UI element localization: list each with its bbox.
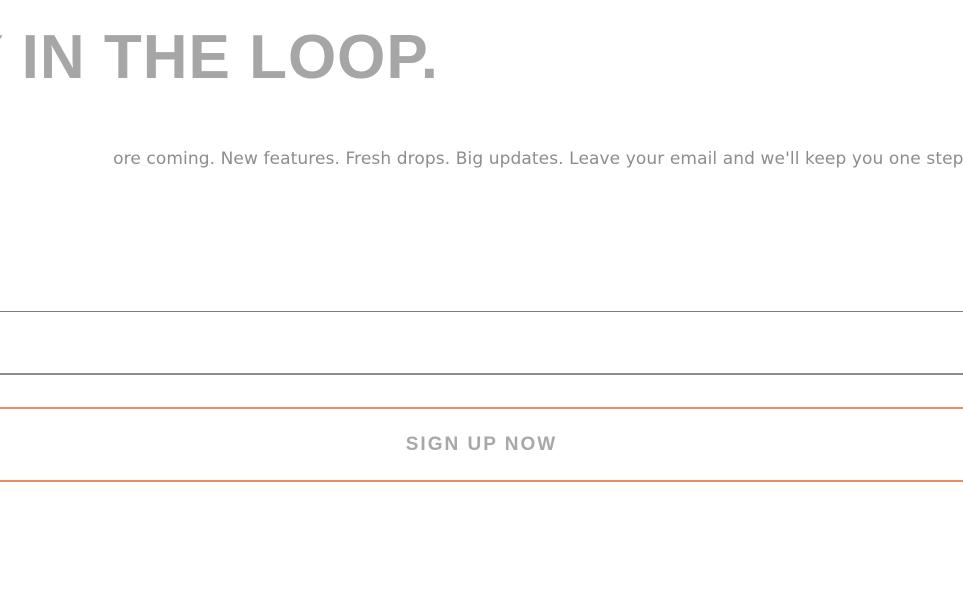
email-input[interactable] [0,312,963,373]
sign-up-now-button[interactable]: SIGN UP NOW [0,407,963,482]
newsletter-description: ore coming. New features. Fresh drops. B… [113,149,963,169]
email-field[interactable] [0,311,963,375]
newsletter-headline: Y IN THE LOOP. [0,23,439,92]
